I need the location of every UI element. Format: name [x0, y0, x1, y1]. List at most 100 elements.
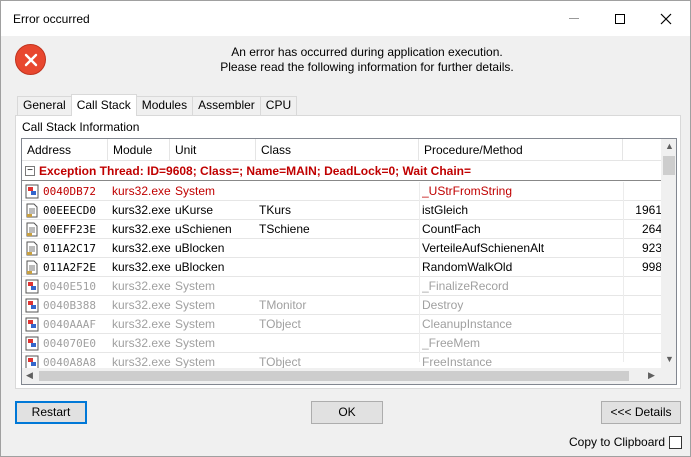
- restart-button[interactable]: Restart: [15, 401, 87, 424]
- procedure-cell: _FreeMem: [422, 336, 481, 350]
- procedure-cell: istGleich: [422, 203, 469, 217]
- module-cell: kurs32.exe: [112, 336, 171, 350]
- line-cell: [622, 334, 662, 353]
- table-row[interactable]: 0040DB72 kurs32.exe System _UStrFromString: [22, 182, 662, 201]
- procedure-cell: Destroy: [422, 298, 464, 312]
- tab-assembler[interactable]: Assembler: [192, 96, 261, 116]
- copy-to-clipboard-label: Copy to Clipboard: [569, 435, 666, 449]
- error-dialog: Error occurred An error has occurred dur…: [0, 0, 691, 457]
- details-button[interactable]: <<< Details: [601, 401, 681, 424]
- source-icon: [25, 220, 41, 239]
- module-cell: kurs32.exe: [112, 317, 171, 331]
- class-cell: TMonitor: [259, 298, 307, 312]
- header-procedure[interactable]: Procedure/Method: [419, 139, 623, 161]
- unit-cell: System: [175, 336, 216, 350]
- unit-cell: System: [175, 184, 216, 198]
- header-module[interactable]: Module: [108, 139, 170, 161]
- source-icon: [25, 239, 41, 258]
- module-cell: kurs32.exe: [112, 222, 171, 236]
- error-message: An error has occurred during application…: [61, 45, 673, 75]
- unit-icon: [25, 182, 41, 201]
- close-icon[interactable]: [643, 1, 689, 36]
- unit-icon: [25, 296, 41, 315]
- class-cell: [259, 277, 422, 296]
- unit-cell: System: [175, 317, 216, 331]
- class-cell: TKurs: [259, 203, 292, 217]
- procedure-cell: _UStrFromString: [422, 184, 513, 198]
- line-cell: [622, 315, 662, 334]
- error-message-line2: Please read the following information fo…: [220, 60, 514, 74]
- module-cell: kurs32.exe: [112, 298, 171, 312]
- line-cell: [622, 296, 662, 315]
- table-row[interactable]: 004070E0 kurs32.exe System _FreeMem: [22, 334, 662, 353]
- unit-icon: [25, 315, 41, 334]
- vertical-scrollbar[interactable]: ▲ ▼: [661, 139, 676, 368]
- tab-general[interactable]: General: [17, 96, 72, 116]
- tab-cpu[interactable]: CPU: [259, 96, 298, 116]
- error-icon: [15, 44, 46, 75]
- module-cell: kurs32.exe: [112, 184, 171, 198]
- module-cell: kurs32.exe: [112, 260, 171, 274]
- scroll-right-icon[interactable]: ▶: [648, 370, 655, 381]
- class-cell: TSchiene: [259, 222, 310, 236]
- table-row[interactable]: 00EFF23E kurs32.exe uSchienen TSchiene Count…: [22, 220, 662, 239]
- unit-cell: uKurse: [175, 203, 214, 217]
- column-divider: [623, 182, 624, 362]
- class-cell: [259, 258, 422, 277]
- class-cell: [259, 182, 422, 201]
- window-title: Error occurred: [13, 12, 90, 26]
- tab-modules[interactable]: Modules: [135, 96, 194, 116]
- header-address[interactable]: Address: [22, 139, 108, 161]
- collapse-icon[interactable]: −: [25, 166, 35, 176]
- module-cell: kurs32.exe: [112, 241, 171, 255]
- vertical-scroll-thumb[interactable]: [663, 156, 675, 175]
- table-row[interactable]: 0040AAAF kurs32.exe System TObject CleanupIn…: [22, 315, 662, 334]
- unit-cell: System: [175, 298, 216, 312]
- header-class[interactable]: Class: [256, 139, 419, 161]
- unit-icon: [25, 334, 41, 353]
- unit-cell: uSchienen: [175, 222, 232, 236]
- module-cell: kurs32.exe: [112, 279, 171, 293]
- line-cell: 264: [641, 222, 662, 236]
- thread-group-row[interactable]: − Exception Thread: ID=9608; Class=; Nam…: [22, 163, 662, 181]
- unit-cell: uBlocken: [175, 241, 225, 255]
- title-bar[interactable]: Error occurred: [1, 1, 690, 36]
- ok-button[interactable]: OK: [311, 401, 383, 424]
- table-row[interactable]: 0040B388 kurs32.exe System TMonitor Destroy: [22, 296, 662, 315]
- call-stack-panel: Call Stack Information Address Module Un…: [15, 115, 681, 389]
- scroll-down-icon[interactable]: ▼: [665, 354, 674, 364]
- procedure-cell: CleanupInstance: [422, 317, 513, 331]
- line-cell: 1961: [635, 203, 662, 217]
- scroll-left-icon[interactable]: ◀: [26, 370, 33, 381]
- table-row[interactable]: 011A2F2E kurs32.exe uBlocken RandomWalkOld 9…: [22, 258, 662, 277]
- maximize-icon[interactable]: [597, 1, 643, 36]
- source-icon: [25, 201, 41, 220]
- header-unit[interactable]: Unit: [170, 139, 256, 161]
- grid-header: Address Module Unit Class Procedure/Meth…: [22, 139, 662, 161]
- tab-bar: General Call Stack Modules Assembler CPU: [17, 94, 298, 116]
- scroll-corner: [661, 368, 676, 384]
- module-cell: kurs32.exe: [112, 203, 171, 217]
- table-row[interactable]: 00EEECD0 kurs32.exe uKurse TKurs istGleich 19…: [22, 201, 662, 220]
- tab-call-stack[interactable]: Call Stack: [70, 94, 137, 116]
- class-cell: [259, 334, 422, 353]
- copy-to-clipboard-checkbox[interactable]: [669, 436, 682, 449]
- source-icon: [25, 258, 41, 277]
- call-stack-grid[interactable]: Address Module Unit Class Procedure/Meth…: [21, 138, 677, 385]
- column-divider: [419, 182, 420, 362]
- class-cell: TObject: [259, 317, 301, 331]
- horizontal-scrollbar[interactable]: ◀ ▶: [22, 368, 661, 384]
- procedure-cell: RandomWalkOld: [422, 260, 513, 274]
- table-row[interactable]: 011A2C17 kurs32.exe uBlocken VerteileAufSch…: [22, 239, 662, 258]
- class-cell: [259, 239, 422, 258]
- table-row[interactable]: 0040E510 kurs32.exe System _FinalizeRecord: [22, 277, 662, 296]
- panel-label: Call Stack Information: [22, 120, 140, 134]
- header-line[interactable]: [623, 139, 662, 161]
- unit-cell: System: [175, 279, 216, 293]
- horizontal-scroll-thumb[interactable]: [39, 371, 629, 381]
- line-cell: [622, 277, 662, 296]
- minimize-icon: [551, 1, 597, 36]
- scroll-up-icon[interactable]: ▲: [665, 141, 674, 151]
- procedure-cell: _FinalizeRecord: [422, 279, 509, 293]
- procedure-cell: CountFach: [422, 222, 481, 236]
